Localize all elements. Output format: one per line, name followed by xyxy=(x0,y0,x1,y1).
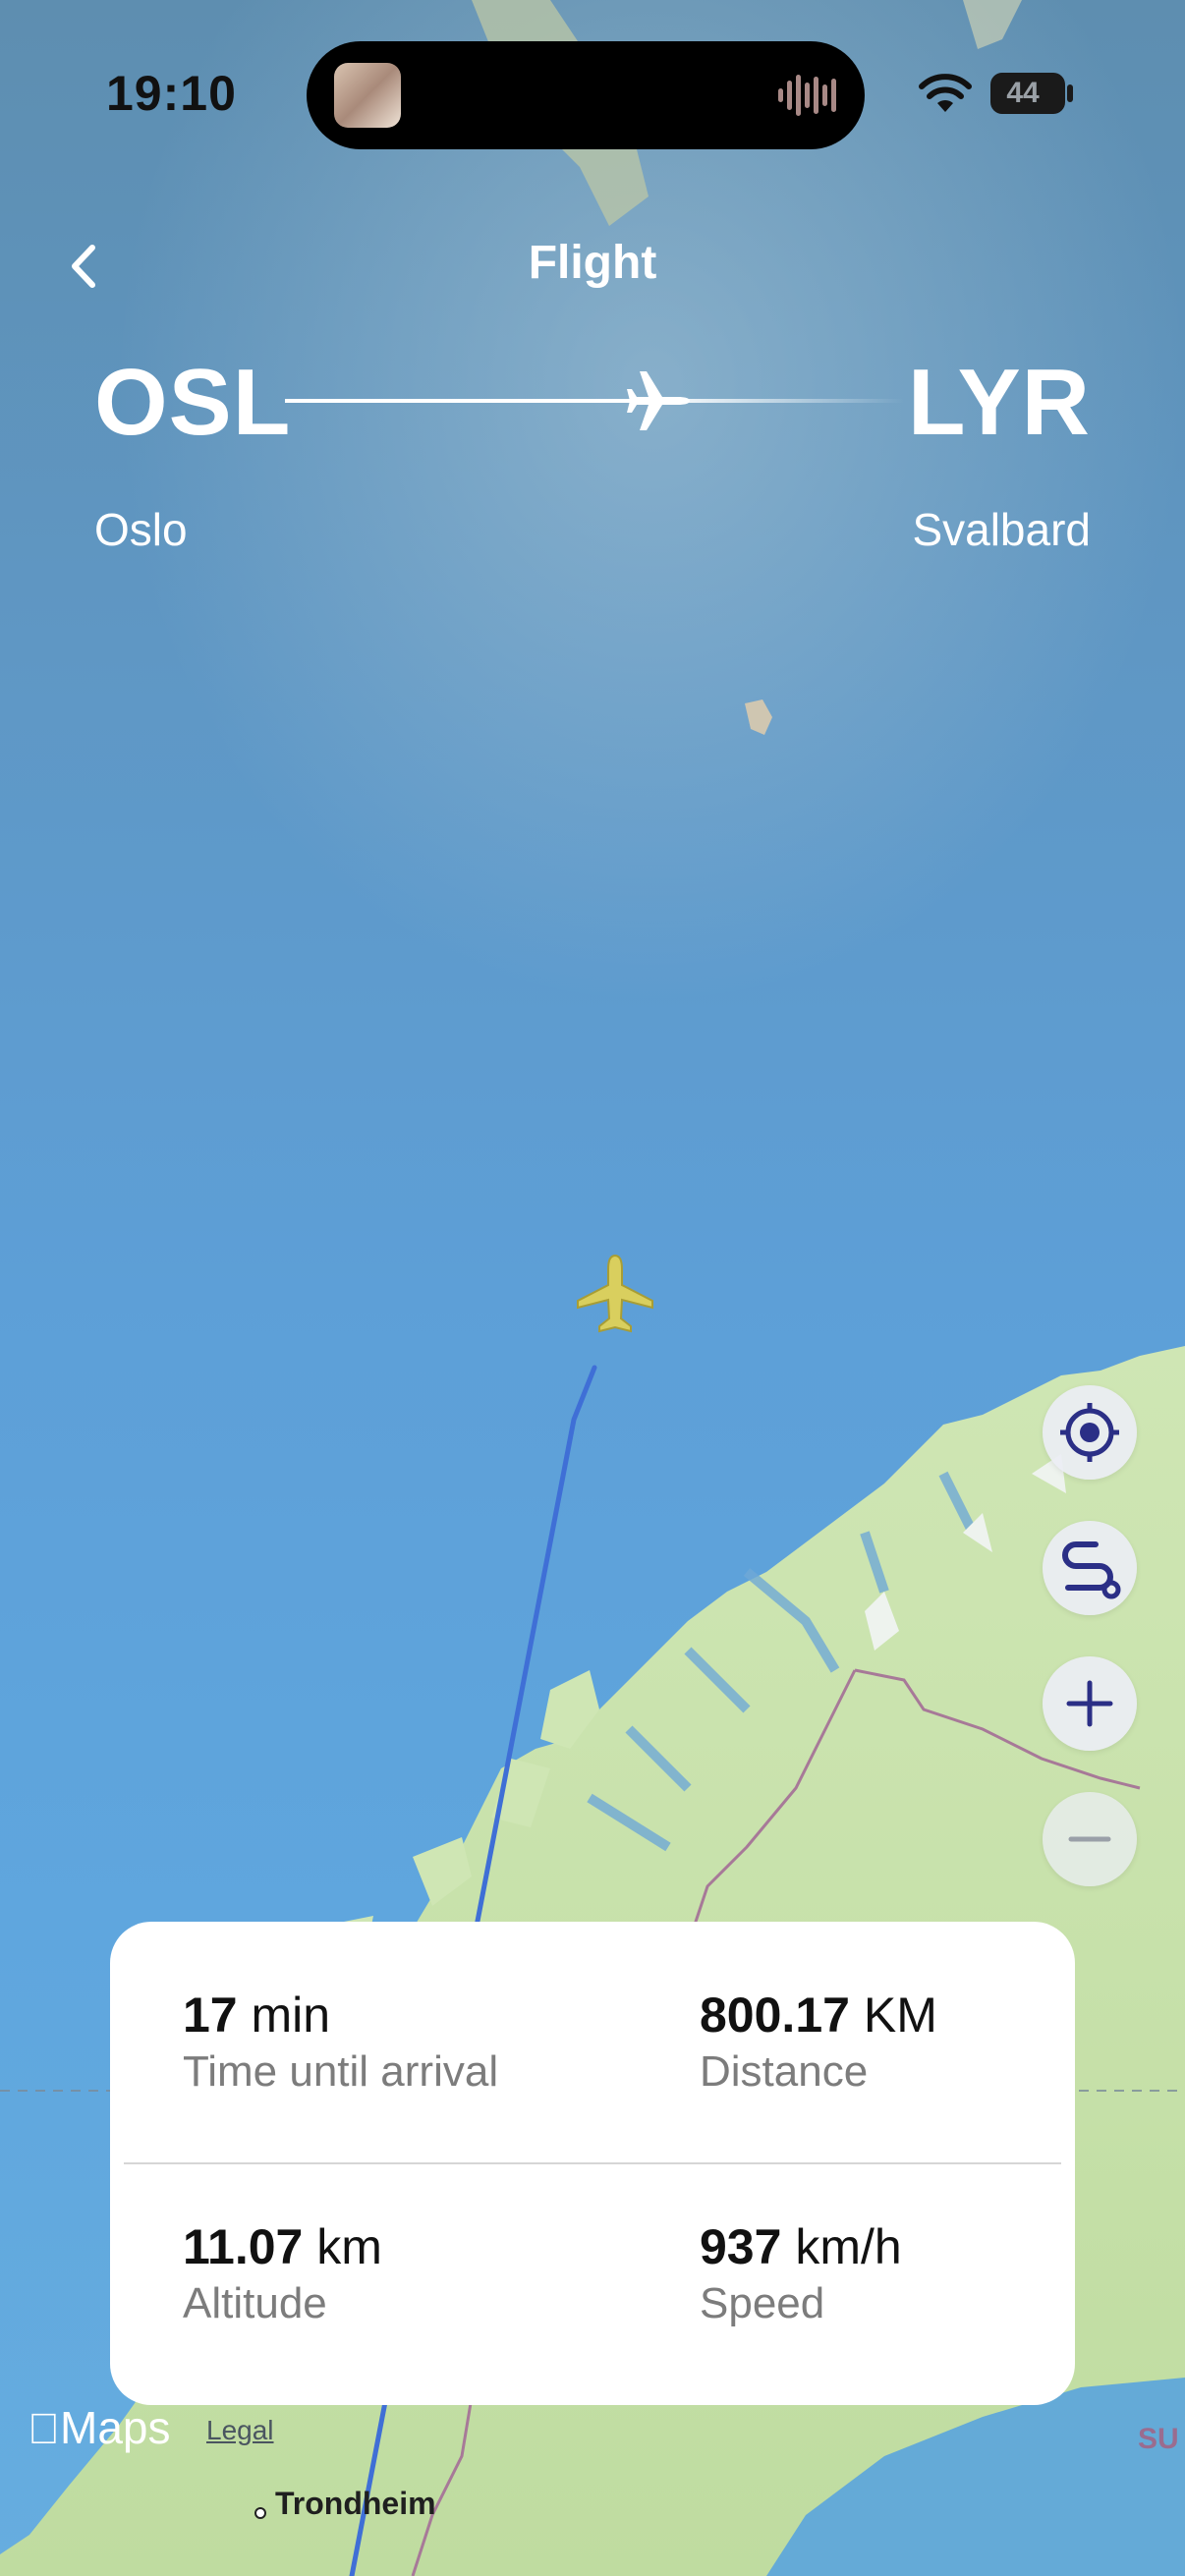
speed-label: Speed xyxy=(700,2279,825,2327)
origin-city: Oslo xyxy=(94,504,188,555)
speed-stat: 937 km/h Speed xyxy=(700,2218,902,2328)
page-title: Flight xyxy=(528,237,657,289)
destination-airport-code: LYR xyxy=(907,350,1091,455)
zoom-in-button[interactable] xyxy=(1043,1656,1137,1751)
time-until-arrival-stat: 17 min Time until arrival xyxy=(183,1987,498,2097)
album-art-thumbnail xyxy=(334,63,401,128)
time-until-arrival-label: Time until arrival xyxy=(183,2047,499,2096)
crosshair-icon xyxy=(1060,1403,1119,1462)
origin-airport-code: OSL xyxy=(94,350,292,455)
time-until-arrival-value: 17 xyxy=(183,1988,238,2043)
distance-value: 800.17 xyxy=(700,1988,850,2043)
flight-info-card: 17 min Time until arrival 800.17 KM Dist… xyxy=(110,1922,1075,2405)
speed-value: 937 xyxy=(700,2219,782,2274)
speed-unit: km/h xyxy=(795,2219,902,2274)
altitude-value: 11.07 xyxy=(183,2219,304,2274)
destination-city: Svalbard xyxy=(912,504,1091,555)
legal-link[interactable]: Legal xyxy=(206,2415,274,2446)
route-icon xyxy=(1062,1541,1121,1599)
maps-logo: Maps xyxy=(28,2401,170,2460)
time-until-arrival-unit: min xyxy=(251,1988,331,2043)
city-marker-icon xyxy=(254,2507,266,2519)
dynamic-island[interactable] xyxy=(307,41,865,149)
battery-level: 44 xyxy=(1006,77,1040,109)
locate-button[interactable] xyxy=(1043,1385,1137,1480)
map-city-label: Trondheim xyxy=(275,2486,436,2521)
distance-stat: 800.17 KM Distance xyxy=(700,1987,937,2097)
map-region-label: SU xyxy=(1138,2423,1179,2455)
distance-label: Distance xyxy=(700,2047,869,2096)
maps-logo-text: Maps xyxy=(28,2402,170,2453)
card-divider xyxy=(124,2162,1061,2164)
zoom-out-button[interactable] xyxy=(1043,1792,1137,1886)
battery-nub xyxy=(1067,84,1073,102)
altitude-unit: km xyxy=(316,2219,382,2274)
airplane-icon xyxy=(627,371,690,430)
wifi-icon xyxy=(919,74,972,112)
altitude-stat: 11.07 km Altitude xyxy=(183,2218,382,2328)
altitude-label: Altitude xyxy=(183,2279,327,2327)
minus-icon xyxy=(1068,1836,1111,1842)
status-time: 19:10 xyxy=(106,66,237,121)
route-progress-line xyxy=(285,399,904,403)
audio-waveform-icon xyxy=(778,75,836,116)
plus-icon xyxy=(1066,1680,1113,1727)
battery-icon: 44 xyxy=(990,73,1065,114)
apple-logo-icon:  xyxy=(28,2405,60,2453)
distance-unit: KM xyxy=(863,1988,937,2043)
route-button[interactable] xyxy=(1043,1521,1137,1615)
